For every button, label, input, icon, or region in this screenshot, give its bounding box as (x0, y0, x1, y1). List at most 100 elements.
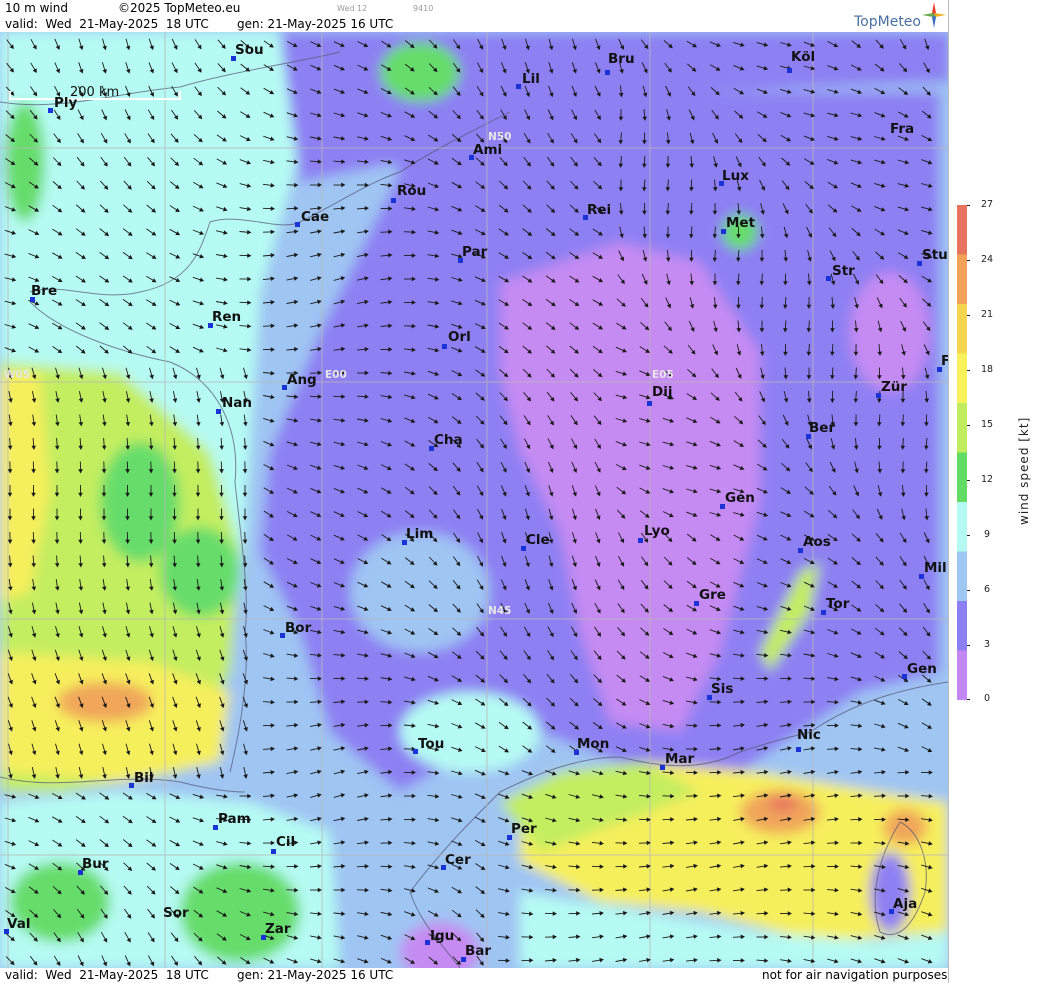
legend-tick: 21 (981, 309, 994, 320)
city-dot (826, 276, 831, 281)
city-label-ami: Ami (473, 142, 503, 158)
city-label-gen: Gen (725, 490, 755, 506)
city-dot (516, 84, 521, 89)
city-dot (605, 70, 610, 75)
city-label-orl: Orl (448, 329, 471, 345)
city-label-aja: Aja (893, 896, 918, 912)
legend-color-step (957, 650, 967, 700)
city-label-ber: Ber (809, 420, 836, 436)
header-small-day: Wed 12 (337, 4, 368, 13)
city-label-fra: Fra (890, 121, 915, 137)
city-label-zur: Zür (881, 379, 908, 395)
copyright: ©2025 TopMeteo.eu (118, 1, 241, 15)
legend-color-step (957, 502, 967, 552)
footer-valid-time: valid: Wed 21-May-2025 18 UTC (5, 968, 209, 982)
region-blue-massif (350, 532, 490, 652)
city-label-par: Par (462, 244, 488, 260)
region-lilac-2 (500, 292, 580, 352)
legend-tick: 27 (981, 199, 994, 210)
city-label-nan: Nan (222, 395, 253, 411)
city-label-dij: Dij (652, 384, 673, 400)
color-legend: 27 24 21 18 15 12 9 6 3 0 wind speed [kt… (948, 0, 1039, 983)
city-label-bor: Bor (285, 620, 312, 636)
legend-tick: 9 (984, 529, 991, 540)
city-label-lim: Lim (406, 526, 434, 542)
wind-speed-field (0, 32, 948, 968)
grid-label-e05: E05 (652, 369, 674, 381)
city-label-stu: Stu (922, 247, 948, 263)
city-label-bur: Bur (82, 856, 109, 872)
city-label-gre: Gre (699, 587, 726, 603)
grid-label-w05: W05 (4, 369, 31, 381)
region-orange-biscay (57, 682, 153, 722)
city-dot (216, 409, 221, 414)
city-label-bre: Bre (31, 283, 58, 299)
city-label-ren: Ren (212, 309, 242, 325)
wind-map[interactable]: 200 km N50 N45 W05 E00 E05 Sou Bru Köl L… (0, 32, 948, 968)
city-label-lyo: Lyo (644, 523, 670, 539)
city-label-tor: Tor (826, 596, 850, 612)
city-label-per: Per (511, 821, 537, 837)
region-cyan-aquitaine (400, 692, 540, 772)
city-label-mon: Mon (577, 736, 610, 752)
region-green-north (380, 42, 460, 102)
region-lilac-alps (850, 272, 930, 392)
city-label-igu: Igu (430, 928, 455, 944)
legend-tick: 0 (984, 693, 991, 704)
city-label-val: Val (7, 916, 31, 932)
legend-color-step (957, 551, 967, 602)
city-label-bar: Bar (465, 943, 492, 959)
legend-color-step (957, 403, 967, 453)
city-label-met: Met (726, 215, 756, 231)
city-label-mar: Mar (665, 751, 695, 767)
footer-disclaimer: not for air navigation purposes (762, 968, 948, 982)
legend-title: wind speed [kt] (1017, 416, 1031, 525)
city-label-cae: Cae (301, 209, 330, 225)
city-label-rei: Rei (587, 202, 612, 218)
grid-label-e00: E00 (325, 369, 347, 381)
grid-label-n45: N45 (488, 605, 512, 617)
footer-gen-time: gen: 21-May-2025 16 UTC (237, 968, 394, 982)
city-dot (787, 68, 792, 73)
region-green-inner (100, 442, 180, 562)
city-label-f: F (941, 353, 948, 369)
city-dot (647, 401, 652, 406)
legend-tick: 3 (984, 639, 991, 650)
legend-tick: 15 (981, 419, 994, 430)
city-label-cle: Cle (526, 532, 550, 548)
city-label-cha: Cha (434, 432, 463, 448)
city-label-rou: Rou (397, 183, 427, 199)
city-label-str: Str (832, 263, 855, 279)
gen-time: gen: 21-May-2025 16 UTC (237, 17, 394, 31)
city-label-sou: Sou (235, 42, 264, 58)
legend-tick: 24 (981, 254, 994, 265)
legend-tick: 18 (981, 364, 994, 375)
region-red-med (768, 796, 798, 812)
region-green-inner2 (160, 527, 240, 617)
city-dot (295, 222, 300, 227)
city-label-nic: Nic (797, 727, 821, 743)
header: 10 m wind ©2025 TopMeteo.eu Wed 12 9410 … (0, 0, 948, 32)
scale-label: 200 km (70, 85, 120, 100)
legend-color-step (957, 452, 967, 503)
city-label-cer: Cer (445, 852, 471, 868)
header-small-code: 9410 (413, 4, 434, 13)
footer: valid: Wed 21-May-2025 18 UTC gen: 21-Ma… (0, 968, 948, 983)
compass-logo-icon (922, 2, 946, 28)
legend-color-step (957, 304, 967, 354)
city-label-mil: Mil (924, 560, 947, 576)
city-label-ang: Ang (287, 372, 317, 388)
logo-text: TopMeteo (854, 14, 921, 30)
city-label-kol: Köl (791, 49, 816, 65)
product-title: 10 m wind (5, 1, 68, 15)
city-dot (48, 108, 53, 113)
city-label-lux: Lux (722, 168, 749, 184)
city-label-zar: Zar (265, 921, 291, 937)
legend-color-bar (957, 205, 967, 700)
city-label-sor: Sor (163, 905, 189, 921)
city-label-bil: Bil (134, 770, 154, 786)
city-label-gen-2: Gen (907, 661, 937, 677)
city-label-sis: Sis (711, 681, 734, 697)
legend-color-step (957, 601, 967, 651)
city-dot (391, 198, 396, 203)
